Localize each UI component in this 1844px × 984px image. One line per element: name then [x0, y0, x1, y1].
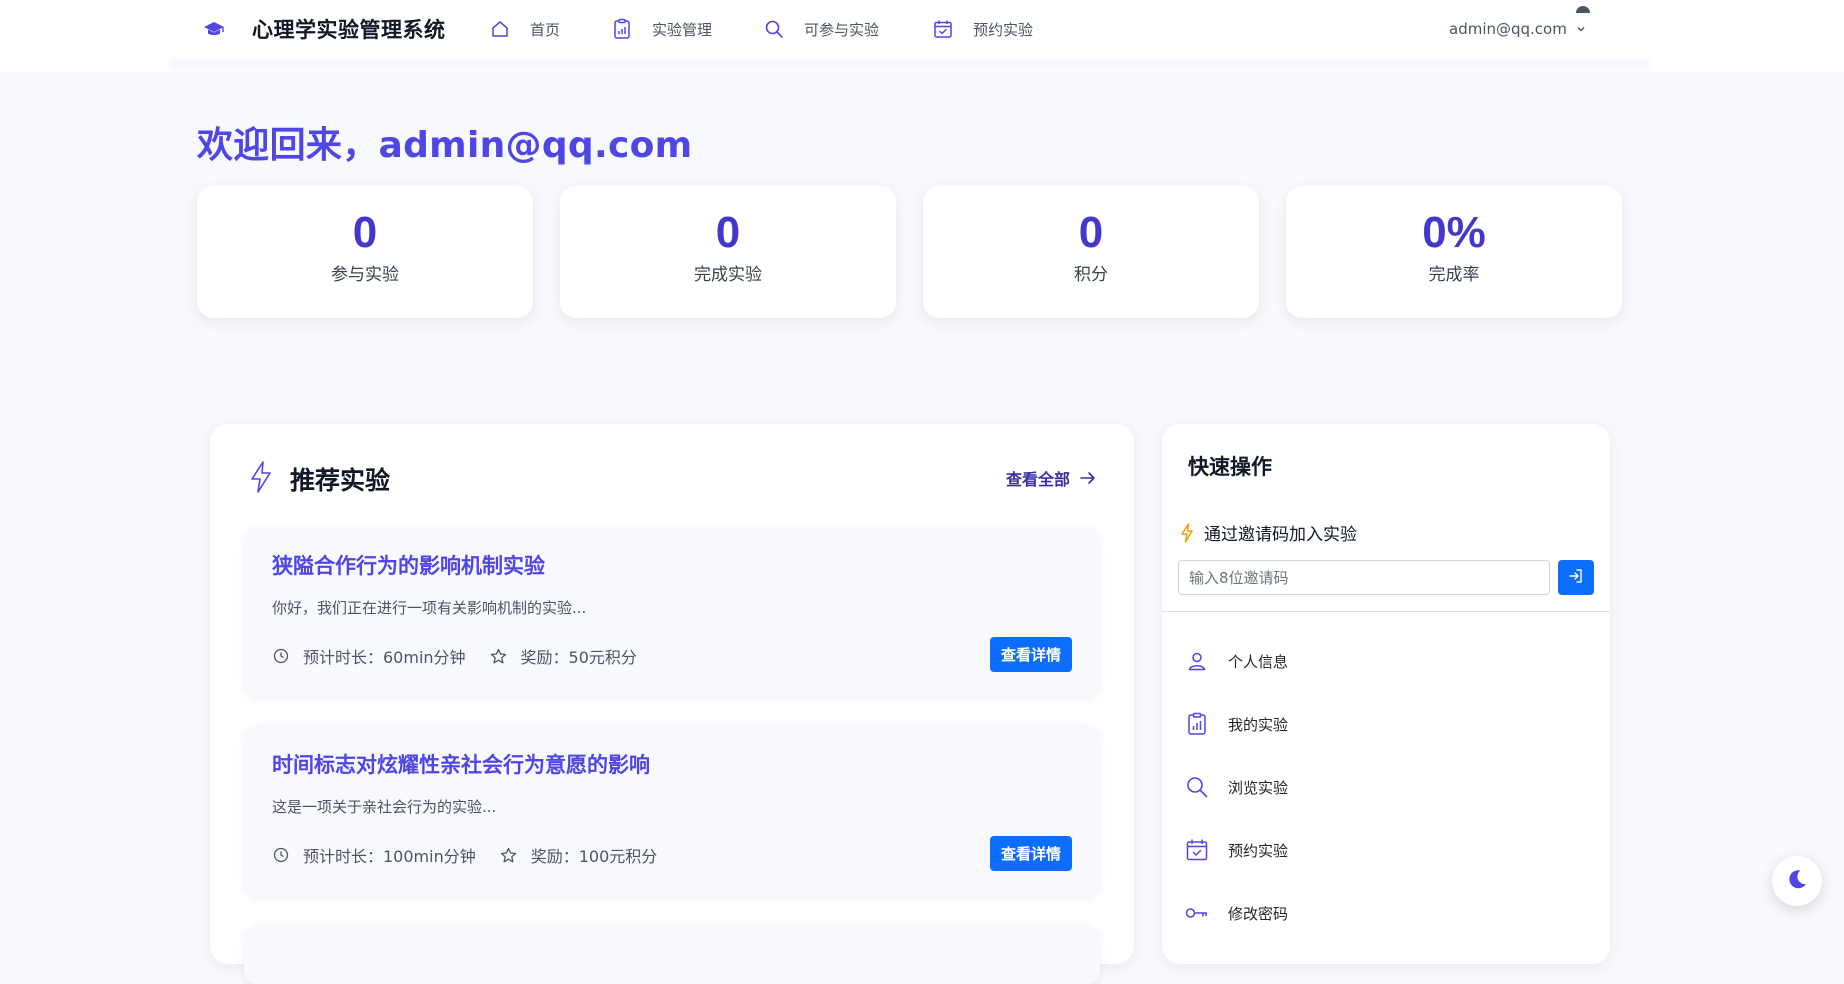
join-with-code-button[interactable] — [1558, 560, 1594, 595]
clock-icon — [272, 647, 290, 665]
arrow-right-icon — [1080, 469, 1098, 487]
nav-item-home[interactable]: 首页 — [488, 14, 560, 44]
quick-item-label: 个人信息 — [1228, 652, 1289, 671]
star-icon — [500, 846, 518, 864]
brand[interactable]: 心理学实验管理系统 — [202, 14, 446, 44]
quick-item-label: 预约实验 — [1228, 841, 1289, 860]
duration-meta: 预计时长：100min分钟 — [272, 843, 476, 867]
stat-card-participated: 0 参与实验 — [197, 186, 533, 318]
brand-title: 心理学实验管理系统 — [252, 18, 446, 42]
stat-card-completion-rate: 0% 完成率 — [1286, 186, 1622, 318]
quick-item-book-experiment[interactable]: 预约实验 — [1184, 835, 1288, 865]
quick-item-change-password[interactable]: 修改密码 — [1184, 898, 1288, 928]
recommended-title: 推荐实验 — [290, 466, 391, 495]
invite-code-input[interactable] — [1178, 560, 1550, 595]
lightning-icon — [248, 460, 274, 494]
theme-toggle-button[interactable] — [1772, 856, 1822, 906]
duration-text: 预计时长：60min分钟 — [303, 648, 466, 667]
stat-value: 0 — [715, 208, 741, 257]
search-icon — [762, 17, 786, 41]
nav-label-book-experiment: 预约实验 — [973, 20, 1034, 39]
stat-value: 0 — [352, 208, 378, 257]
sign-in-icon — [1568, 568, 1584, 587]
clipboard-icon — [610, 17, 634, 41]
key-icon — [1184, 900, 1210, 926]
user-menu-dropdown[interactable]: admin@qq.com — [1449, 14, 1587, 44]
navbar-shadow — [170, 60, 1650, 72]
clock-icon — [272, 846, 290, 864]
nav-item-book-experiment[interactable]: 预约实验 — [931, 14, 1033, 44]
stat-card-completed: 0 完成实验 — [560, 186, 896, 318]
divider — [1162, 611, 1610, 612]
view-all-link[interactable]: 查看全部 — [1006, 466, 1098, 490]
invite-code-label-text: 通过邀请码加入实验 — [1204, 525, 1357, 545]
experiment-title[interactable]: 时间标志对炫耀性亲社会行为意愿的影响 — [272, 749, 650, 779]
home-icon — [488, 17, 512, 41]
experiment-title[interactable]: 狭隘合作行为的影响机制实验 — [272, 550, 545, 580]
view-all-label: 查看全部 — [1006, 470, 1071, 489]
calendar-check-icon — [1184, 837, 1210, 863]
search-icon — [1184, 774, 1210, 800]
star-icon — [490, 647, 508, 665]
graduation-cap-icon — [202, 17, 226, 41]
stat-value: 0 — [1078, 208, 1104, 257]
stat-label: 完成率 — [1428, 265, 1480, 285]
stat-value: 0% — [1422, 208, 1486, 257]
duration-text: 预计时长：100min分钟 — [303, 847, 476, 866]
calendar-check-icon — [931, 17, 955, 41]
user-email: admin@qq.com — [1449, 20, 1567, 38]
experiment-description: 这是一项关于亲社会行为的实验... — [272, 798, 497, 816]
user-notification-dot — [1576, 6, 1590, 13]
recommended-panel: 推荐实验 查看全部 狭隘合作行为的影响机制实验 你好，我们正在进行一项有关影响机… — [210, 424, 1134, 984]
experiment-meta: 预计时长：100min分钟 奖励：100元积分 — [272, 843, 657, 867]
clipboard-data-icon — [1184, 711, 1210, 737]
quick-item-my-experiments[interactable]: 我的实验 — [1184, 709, 1288, 739]
stat-card-points: 0 积分 — [923, 186, 1259, 318]
reward-text: 奖励：100元积分 — [530, 847, 658, 866]
quick-item-label: 我的实验 — [1228, 715, 1289, 734]
main-nav: 首页 实验管理 可参与实验 预约实验 — [488, 14, 1033, 44]
stat-label: 积分 — [1074, 265, 1108, 285]
experiment-card: 时间标志对炫耀性亲社会行为意愿的影响 这是一项关于亲社会行为的实验... 预计时… — [244, 725, 1100, 895]
experiment-description: 你好，我们正在进行一项有关影响机制的实验... — [272, 599, 587, 617]
reward-text: 奖励：50元积分 — [520, 648, 637, 667]
top-navbar: 心理学实验管理系统 首页 实验管理 可参与实验 预约实验 admin@qq.co… — [0, 0, 1844, 72]
stat-label: 完成实验 — [694, 265, 762, 285]
duration-meta: 预计时长：60min分钟 — [272, 644, 466, 668]
experiment-card: 狭隘合作行为的影响机制实验 你好，我们正在进行一项有关影响机制的实验... 预计… — [244, 526, 1100, 696]
reward-meta: 奖励：50元积分 — [490, 644, 637, 668]
reward-meta: 奖励：100元积分 — [500, 843, 658, 867]
lightning-icon — [1180, 522, 1196, 543]
view-detail-button[interactable]: 查看详情 — [990, 637, 1072, 672]
nav-item-experiment-management[interactable]: 实验管理 — [610, 14, 712, 44]
quick-actions-title: 快速操作 — [1188, 455, 1272, 479]
quick-actions-panel: 快速操作 通过邀请码加入实验 个人信息 — [1162, 424, 1610, 964]
experiment-meta: 预计时长：60min分钟 奖励：50元积分 — [272, 644, 637, 668]
view-detail-button[interactable]: 查看详情 — [990, 836, 1072, 871]
quick-item-profile[interactable]: 个人信息 — [1184, 646, 1288, 676]
quick-item-browse-experiments[interactable]: 浏览实验 — [1184, 772, 1288, 802]
quick-item-label: 修改密码 — [1228, 904, 1289, 923]
quick-item-label: 浏览实验 — [1228, 778, 1289, 797]
nav-item-available-experiments[interactable]: 可参与实验 — [762, 14, 879, 44]
stat-label: 参与实验 — [331, 265, 399, 285]
invite-code-label: 通过邀请码加入实验 — [1180, 520, 1357, 545]
chevron-down-icon — [1575, 23, 1587, 35]
experiment-card-partial — [244, 924, 1100, 984]
nav-label-available-experiments: 可参与实验 — [804, 20, 880, 39]
user-icon — [1184, 648, 1210, 674]
welcome-heading: 欢迎回来，admin@qq.com — [197, 125, 693, 166]
nav-label-home: 首页 — [530, 20, 561, 39]
nav-label-experiment-management: 实验管理 — [652, 20, 713, 39]
moon-icon — [1785, 867, 1809, 895]
